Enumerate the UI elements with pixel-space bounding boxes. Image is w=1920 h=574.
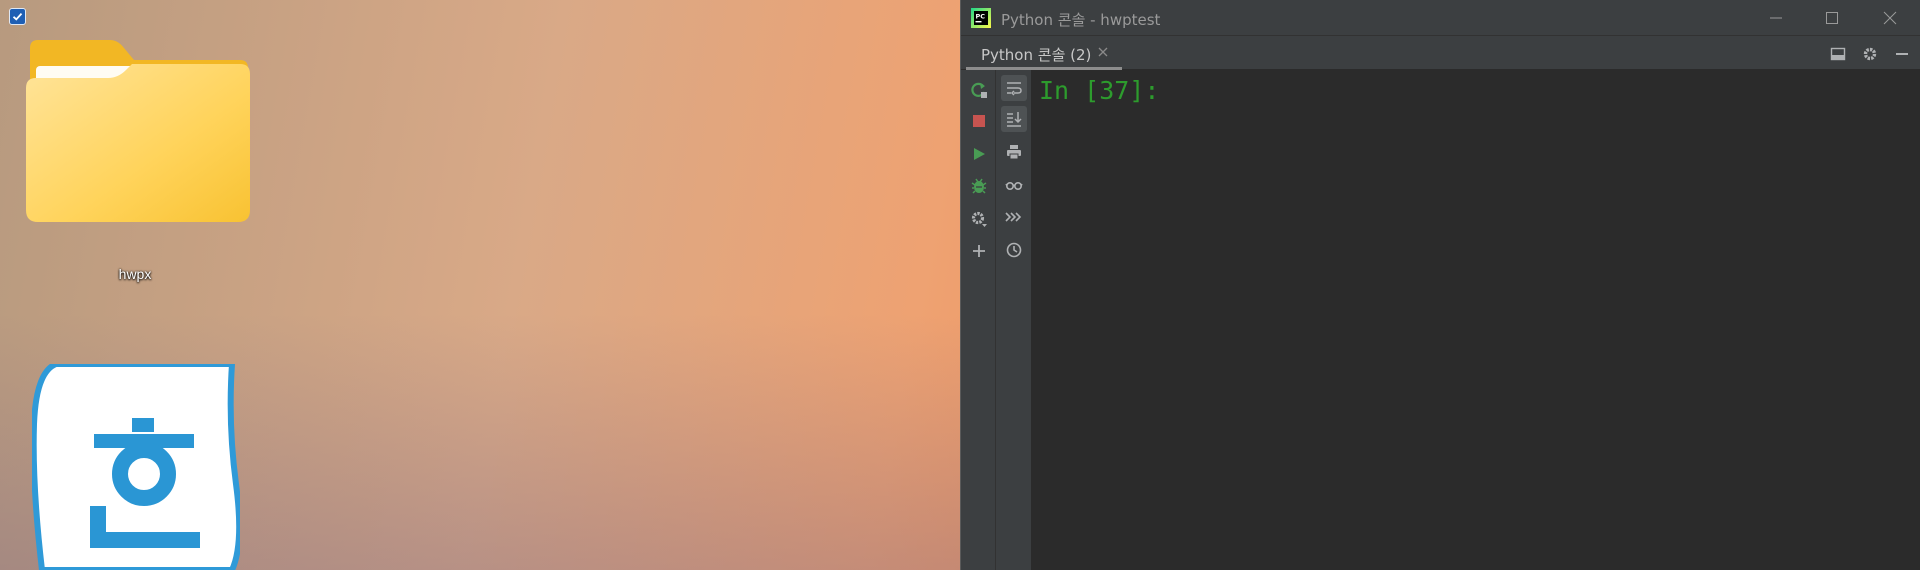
stop-button[interactable] <box>966 108 992 134</box>
soft-wrap-icon <box>1007 82 1022 96</box>
debug-button[interactable] <box>966 173 992 199</box>
printer-icon <box>1007 145 1021 160</box>
run-icon <box>974 148 985 160</box>
svg-text:PC: PC <box>976 13 986 21</box>
tab-python-console[interactable]: Python 콘솔 (2) <box>966 36 1122 70</box>
console-options-toolbar <box>996 70 1032 570</box>
console-tab-bar: Python 콘솔 (2) <box>961 36 1920 70</box>
rerun-icon <box>971 82 987 98</box>
minimize-icon <box>1770 17 1782 19</box>
window-title: Python 콘솔 - hwptest <box>1001 11 1161 29</box>
soft-wrap-toggle[interactable] <box>1001 75 1027 101</box>
console-prompt: In [37]: <box>1039 76 1160 105</box>
plus-icon <box>973 245 985 257</box>
pycharm-logo-icon: PC <box>971 8 991 28</box>
new-console-button[interactable] <box>966 238 992 264</box>
title-bar[interactable]: PC Python 콘솔 - hwptest <box>961 0 1920 36</box>
console-output[interactable]: In [37]: <box>1033 70 1920 570</box>
scroll-to-end-icon <box>1007 112 1022 127</box>
maximize-button[interactable] <box>1804 0 1860 36</box>
console-settings-button[interactable] <box>966 206 992 232</box>
layout-icon[interactable] <box>1829 45 1847 63</box>
folder-label[interactable]: hwpx <box>80 266 190 282</box>
ide-window: PC Python 콘솔 - hwptest Python 콘솔 (2) In … <box>960 0 1920 570</box>
run-button[interactable] <box>966 141 992 167</box>
settings-gear-icon[interactable] <box>1861 45 1879 63</box>
hide-panel-icon[interactable] <box>1893 45 1911 63</box>
minimize-button[interactable] <box>1748 0 1804 36</box>
tab-label: Python 콘솔 (2) <box>981 46 1092 64</box>
scroll-to-end-toggle[interactable] <box>1001 106 1027 132</box>
tab-close-icon[interactable] <box>1097 46 1109 58</box>
history-button[interactable] <box>1001 237 1027 263</box>
print-button[interactable] <box>1001 139 1027 165</box>
close-icon <box>1883 11 1897 25</box>
bug-icon <box>971 178 987 194</box>
settings-dropdown-icon <box>971 211 987 227</box>
console-actions-toolbar <box>961 70 996 570</box>
folder-icon[interactable] <box>22 38 252 232</box>
clock-icon <box>1006 242 1022 258</box>
maximize-icon <box>1826 12 1838 24</box>
stop-icon <box>973 115 985 127</box>
execute-next-button[interactable] <box>1001 204 1027 230</box>
show-variables-button[interactable] <box>1001 172 1027 198</box>
double-chevron-icon <box>1005 212 1022 222</box>
selection-checkbox-icon[interactable] <box>9 8 26 25</box>
hancom-app-icon[interactable] <box>30 361 243 574</box>
close-window-button[interactable] <box>1862 0 1918 36</box>
glasses-icon <box>1005 182 1023 191</box>
rerun-button[interactable] <box>966 77 992 103</box>
